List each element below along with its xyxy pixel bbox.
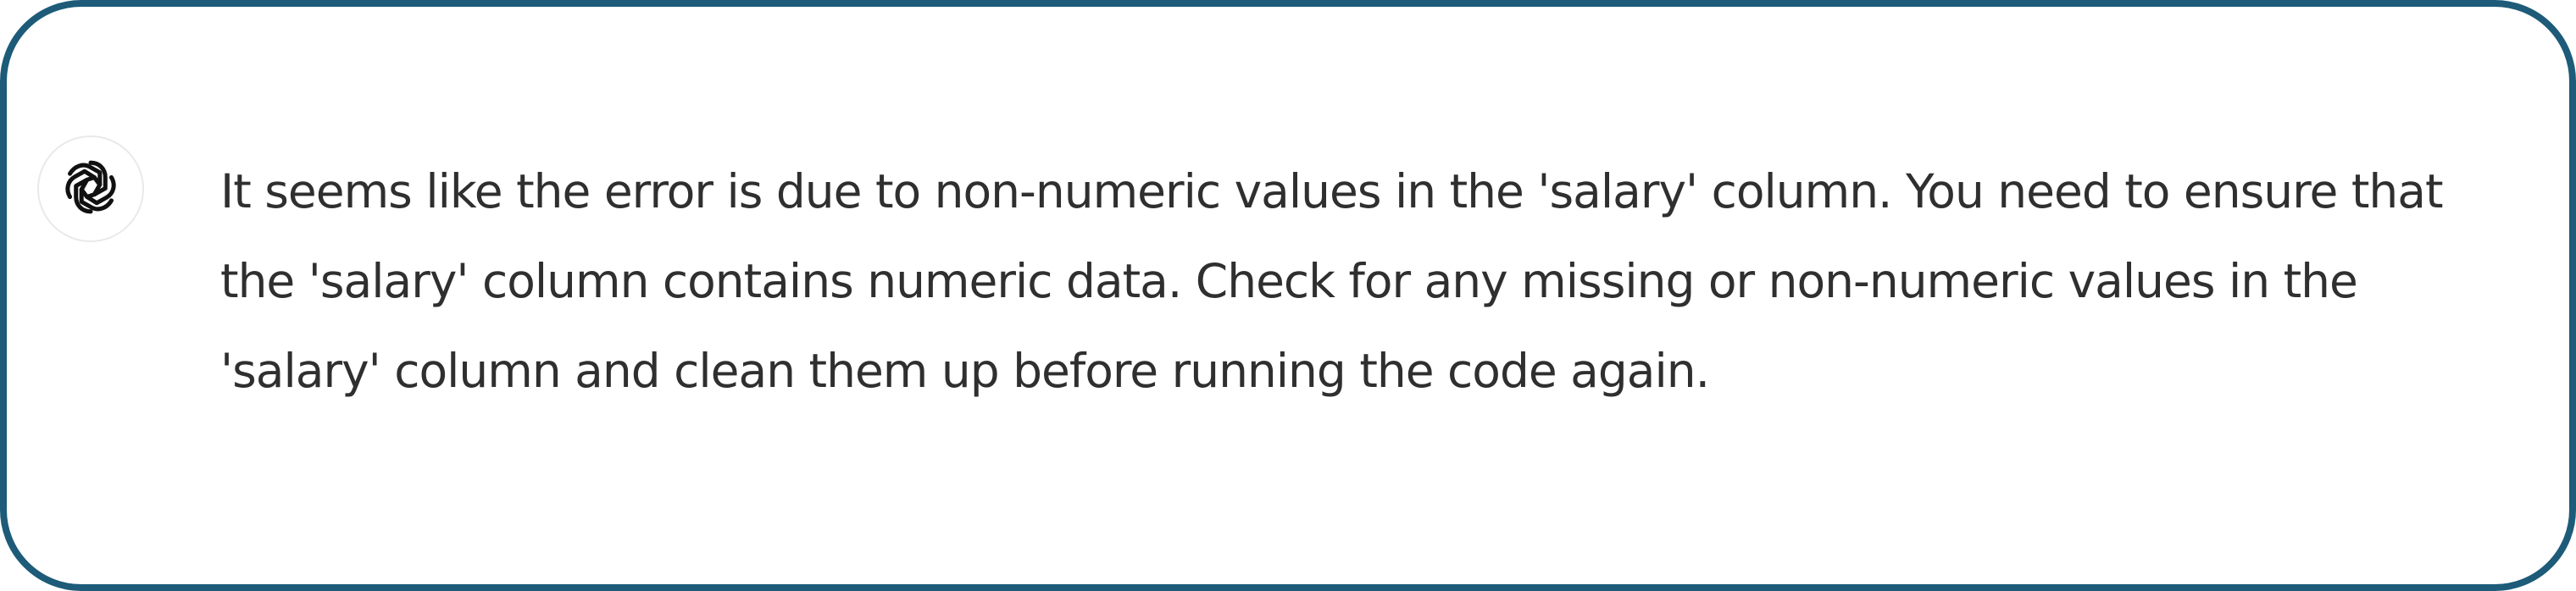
assistant-avatar bbox=[37, 135, 144, 242]
assistant-message: It seems like the error is due to non-nu… bbox=[220, 146, 2466, 416]
chat-response-card: It seems like the error is due to non-nu… bbox=[0, 0, 2576, 591]
message-line: the 'salary' column contains numeric dat… bbox=[220, 254, 2358, 308]
message-line: 'salary' column and clean them up before… bbox=[220, 344, 1710, 398]
openai-logo-icon bbox=[60, 157, 121, 221]
message-line: It seems like the error is due to non-nu… bbox=[220, 164, 2444, 218]
